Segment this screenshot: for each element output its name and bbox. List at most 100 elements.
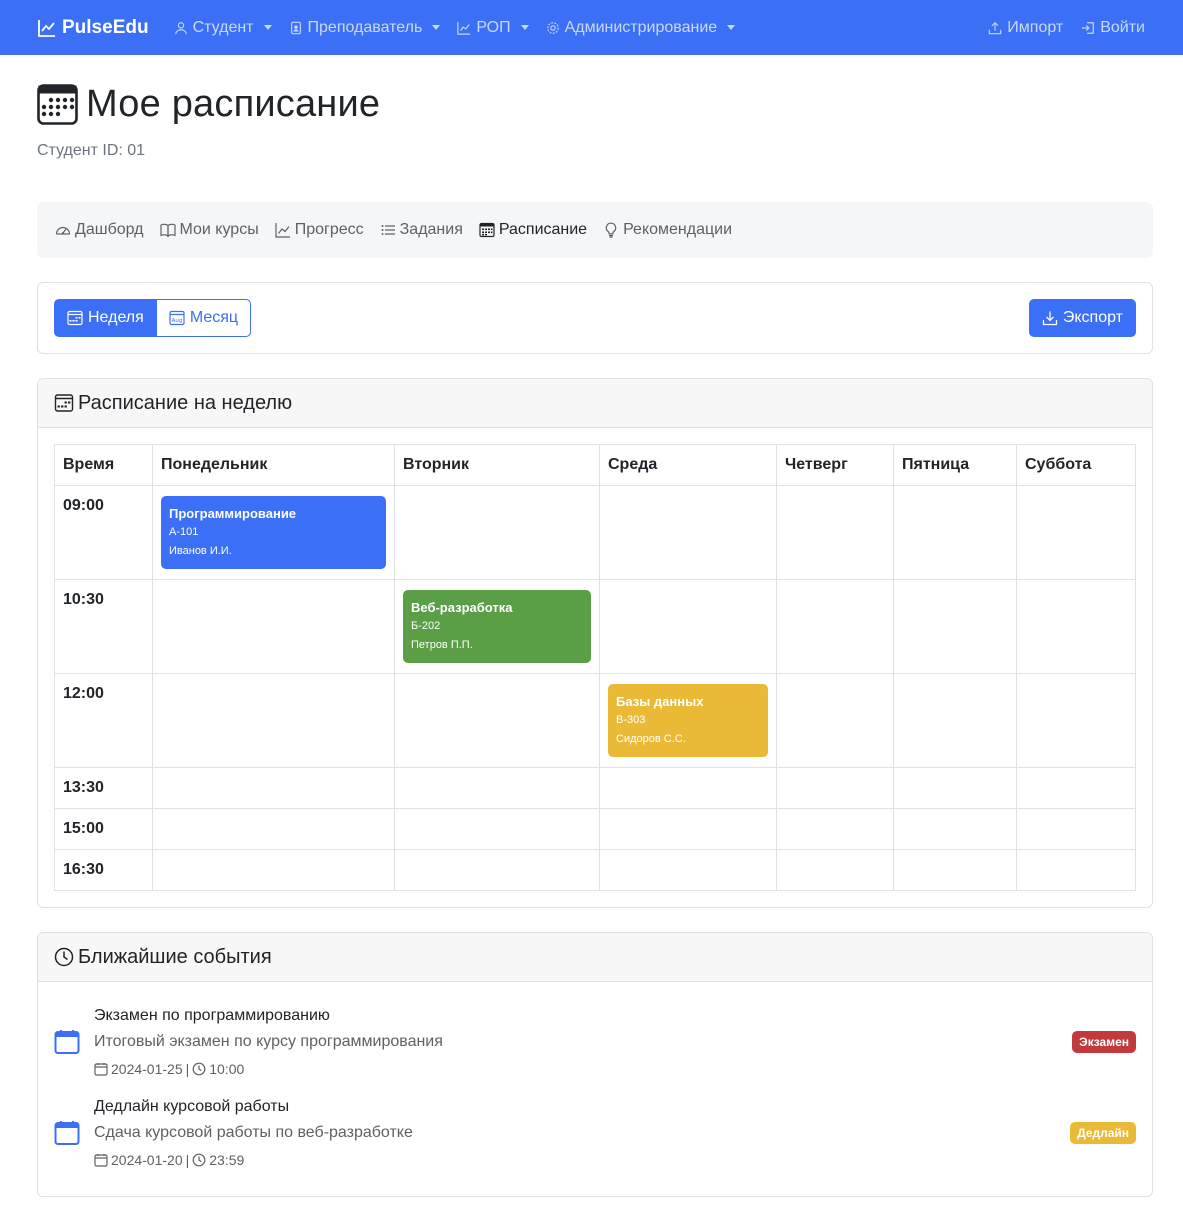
schedule-cell[interactable]: [1016, 485, 1136, 580]
schedule-cell[interactable]: [1016, 767, 1136, 809]
schedule-cell[interactable]: [776, 849, 894, 891]
view-toggle-group: Неделя Aug Месяц: [54, 299, 252, 337]
nav-student-dropdown[interactable]: Студент: [174, 19, 272, 37]
subnav-courses[interactable]: Мои курсы: [159, 221, 259, 239]
schedule-cell[interactable]: [893, 767, 1017, 809]
schedule-cell[interactable]: [776, 673, 894, 768]
event-course-title: Программирование: [169, 506, 297, 521]
event-info: Экзамен по программированию Итоговый экз…: [94, 1007, 1072, 1077]
calendar-icon: [54, 1120, 80, 1145]
schedule-cell[interactable]: [1016, 849, 1136, 891]
schedule-cell[interactable]: Программирование А-101 Иванов И.И.: [152, 485, 395, 580]
subnav-progress[interactable]: Прогресс: [275, 221, 364, 239]
schedule-cell[interactable]: [1016, 673, 1136, 768]
schedule-cell[interactable]: [776, 579, 894, 674]
schedule-cell[interactable]: [394, 808, 600, 850]
schedule-cell[interactable]: [599, 579, 777, 674]
nav-rop-label: РОП: [476, 18, 511, 36]
calendar-month-icon-text: Aug: [171, 318, 182, 324]
schedule-cell[interactable]: [893, 485, 1017, 580]
schedule-cell[interactable]: [152, 673, 395, 768]
nav-login-link[interactable]: Войти: [1081, 19, 1145, 37]
nav-import-link[interactable]: Импорт: [988, 19, 1063, 37]
list-item[interactable]: Дедлайн курсовой работы Сдача курсовой р…: [54, 1087, 1136, 1178]
schedule-cell[interactable]: [893, 808, 1017, 850]
schedule-cell[interactable]: [599, 485, 777, 580]
brand-name: PulseEdu: [62, 16, 149, 38]
schedule-card-header: Расписание на неделю: [38, 379, 1152, 428]
schedule-cell[interactable]: [776, 767, 894, 809]
nav-teacher-dropdown[interactable]: Преподаватель: [289, 19, 441, 37]
caret-down-icon: [520, 25, 529, 30]
event-room: А-101: [169, 526, 199, 538]
schedule-cell[interactable]: [152, 808, 395, 850]
schedule-cell[interactable]: Базы данных В-303 Сидоров С.С.: [599, 673, 777, 768]
clock-icon: [192, 1062, 206, 1075]
event-course-title: Базы данных: [616, 694, 704, 709]
clock-icon: [192, 1153, 206, 1166]
schedule-cell[interactable]: [394, 767, 600, 809]
schedule-cell[interactable]: [599, 849, 777, 891]
schedule-cell[interactable]: [394, 849, 600, 891]
nav-admin-dropdown[interactable]: Администрирование: [546, 19, 736, 37]
class-event-card[interactable]: Базы данных В-303 Сидоров С.С.: [608, 684, 768, 757]
upcoming-card-title: Ближайшие события: [78, 945, 272, 968]
event-type-badge: Экзамен: [1072, 1030, 1136, 1053]
schedule-cell[interactable]: [776, 808, 894, 850]
nav-rop-dropdown[interactable]: РОП: [457, 18, 529, 37]
schedule-cell[interactable]: [394, 673, 600, 768]
schedule-cell[interactable]: [893, 849, 1017, 891]
graph-up-icon: [457, 21, 471, 35]
schedule-cell[interactable]: [152, 579, 395, 674]
event-room: В-303: [616, 714, 646, 726]
badge-person-icon: [290, 21, 301, 34]
table-row: 09:00 Программирование А-101 Иванов И.И.: [54, 485, 1136, 580]
caret-down-icon: [727, 25, 736, 30]
header-friday: Пятница: [893, 444, 1017, 486]
time-slot: 10:30: [54, 579, 153, 674]
subnav-schedule-label: Расписание: [498, 221, 588, 238]
subnav-recommendations-label: Рекомендации: [623, 221, 733, 238]
schedule-cell[interactable]: [893, 579, 1017, 674]
schedule-cell[interactable]: [776, 485, 894, 580]
schedule-header-row: Время Понедельник Вторник Среда Четверг …: [54, 444, 1136, 486]
subnav-schedule[interactable]: Расписание: [479, 221, 587, 239]
upcoming-card-header: Ближайшие события: [38, 933, 1152, 982]
list-item[interactable]: Экзамен по программированию Итоговый экз…: [54, 996, 1136, 1087]
header-tuesday: Вторник: [394, 444, 600, 486]
schedule-cell[interactable]: [1016, 579, 1136, 674]
event-meta-separator: |: [185, 1151, 190, 1168]
subnav-tasks[interactable]: Задания: [380, 221, 463, 239]
nav-teacher-label: Преподаватель: [307, 18, 423, 36]
event-time: 23:59: [209, 1151, 245, 1168]
schedule-cell[interactable]: [152, 849, 395, 891]
page-title: Мое расписание: [86, 83, 381, 125]
schedule-cell[interactable]: [152, 767, 395, 809]
schedule-cell[interactable]: [599, 767, 777, 809]
schedule-cell[interactable]: [893, 673, 1017, 768]
time-slot: 13:30: [54, 767, 153, 809]
list-icon: [381, 225, 395, 235]
week-view-button[interactable]: Неделя: [54, 299, 157, 337]
schedule-cell[interactable]: [599, 808, 777, 850]
schedule-cell[interactable]: Веб-разработка Б-202 Петров П.П.: [394, 579, 600, 674]
event-description: Сдача курсовой работы по веб-разработке: [94, 1123, 413, 1141]
event-meta: 2024-01-25 | 10:00: [94, 1061, 1072, 1077]
month-view-button[interactable]: Aug Месяц: [156, 299, 252, 337]
export-button[interactable]: Экспорт: [1028, 299, 1136, 337]
upcoming-events-card: Ближайшие события Экзамен по программиро…: [37, 932, 1153, 1197]
schedule-cell[interactable]: [394, 485, 600, 580]
student-id-text: Студент ID: 01: [37, 142, 146, 159]
class-event-card[interactable]: Программирование А-101 Иванов И.И.: [161, 496, 386, 569]
graph-icon: [275, 223, 290, 238]
brand-logo[interactable]: PulseEdu: [37, 17, 149, 39]
caret-down-icon: [432, 25, 441, 30]
schedule-cell[interactable]: [1016, 808, 1136, 850]
calendar-icon: [94, 1153, 108, 1167]
lightbulb-icon: [605, 222, 617, 238]
nav-import-label: Импорт: [1007, 18, 1064, 36]
subnav-recommendations[interactable]: Рекомендации: [603, 221, 732, 239]
calendar-week-icon: [54, 394, 74, 412]
subnav-dashboard[interactable]: Дашборд: [55, 221, 144, 239]
class-event-card[interactable]: Веб-разработка Б-202 Петров П.П.: [403, 590, 591, 663]
